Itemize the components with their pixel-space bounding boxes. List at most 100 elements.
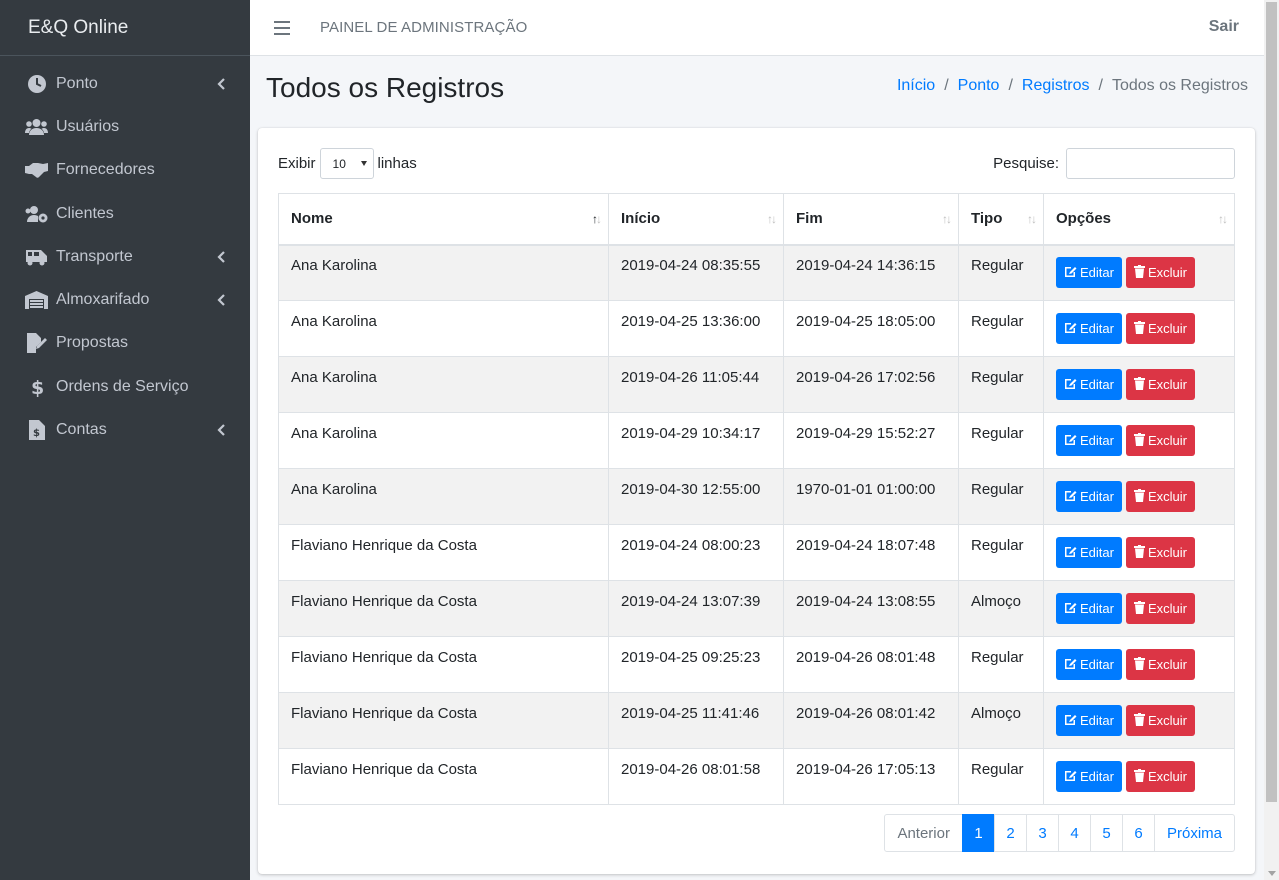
pagination-next[interactable]: Próxima xyxy=(1153,814,1235,852)
delete-button[interactable]: Excluir xyxy=(1125,761,1195,792)
delete-button-label: Excluir xyxy=(1147,433,1187,448)
delete-button-label: Excluir xyxy=(1147,657,1187,672)
breadcrumb-registros[interactable]: Registros xyxy=(1022,77,1090,95)
edit-button-label: Editar xyxy=(1080,321,1114,336)
edit-button[interactable]: Editar xyxy=(1056,481,1122,512)
column-header-label: Opções xyxy=(1056,210,1112,228)
sidebar-item-label: Transporte xyxy=(56,247,133,265)
scroll-down-arrow-icon[interactable] xyxy=(1268,871,1276,876)
pagination-page-4[interactable]: 4 xyxy=(1057,814,1091,852)
delete-button[interactable]: Excluir xyxy=(1125,705,1195,736)
edit-button[interactable]: Editar xyxy=(1056,593,1122,624)
sidebar-item-label: Almoxarifado xyxy=(56,291,150,309)
edit-button[interactable]: Editar xyxy=(1056,537,1122,568)
logout-link[interactable]: Sair xyxy=(1209,18,1239,36)
edit-icon xyxy=(1064,657,1077,672)
pagination-page-3[interactable]: 3 xyxy=(1025,814,1059,852)
pagination-previous[interactable]: Anterior xyxy=(884,814,963,852)
menu-toggle-icon[interactable] xyxy=(274,20,290,35)
column-header-nome[interactable]: Nome ↑↓ xyxy=(278,193,609,246)
column-header-opcoes[interactable]: Opções ↑↓ xyxy=(1043,193,1235,246)
delete-button[interactable]: Excluir xyxy=(1125,593,1195,624)
dollar-sign-icon: $ xyxy=(25,377,48,397)
cell-opcoes: Editar Excluir xyxy=(1043,468,1235,525)
cell-tipo: Regular xyxy=(958,748,1044,805)
brand-text[interactable]: E&Q Online xyxy=(28,17,128,39)
breadcrumb-home[interactable]: Início xyxy=(897,77,935,95)
sidebar-item-fornecedores[interactable]: Fornecedores xyxy=(0,149,250,192)
pagination-page-5[interactable]: 5 xyxy=(1089,814,1123,852)
breadcrumb-separator: / xyxy=(1008,77,1013,94)
trash-icon xyxy=(1133,768,1145,785)
cell-inicio: 2019-04-25 13:36:00 xyxy=(608,300,784,357)
cell-opcoes: Editar Excluir xyxy=(1043,356,1235,413)
page-length-select[interactable]: 10 xyxy=(319,148,374,179)
search-input[interactable] xyxy=(1066,148,1235,179)
edit-button[interactable]: Editar xyxy=(1056,313,1122,344)
sidebar-item-almoxarifado[interactable]: Almoxarifado xyxy=(0,278,250,321)
sidebar-item-clientes[interactable]: Clientes xyxy=(0,192,250,235)
column-header-tipo[interactable]: Tipo ↑↓ xyxy=(958,193,1044,246)
trash-icon xyxy=(1133,432,1145,449)
cell-opcoes: Editar Excluir xyxy=(1043,524,1235,581)
cell-fim: 2019-04-24 13:08:55 xyxy=(783,580,959,637)
cell-opcoes: Editar Excluir xyxy=(1043,692,1235,749)
pagination-page-1[interactable]: 1 xyxy=(961,814,995,852)
table-row: Flaviano Henrique da Costa 2019-04-24 13:… xyxy=(278,580,1235,637)
header-title[interactable]: PAINEL DE ADMINISTRAÇÃO xyxy=(320,19,527,36)
delete-button[interactable]: Excluir xyxy=(1125,425,1195,456)
breadcrumb-ponto[interactable]: Ponto xyxy=(958,77,1000,95)
sidebar-nav: Ponto Usuários Fornecedores Clientes Tra… xyxy=(0,56,250,452)
edit-icon xyxy=(1064,601,1077,616)
edit-button[interactable]: Editar xyxy=(1056,761,1122,792)
scrollbar[interactable] xyxy=(1264,0,1279,880)
sidebar-item-usuarios[interactable]: Usuários xyxy=(0,105,250,148)
column-header-fim[interactable]: Fim ↑↓ xyxy=(783,193,959,246)
column-header-label: Início xyxy=(621,210,661,228)
page-title: Todos os Registros xyxy=(266,72,505,103)
chevron-left-icon xyxy=(216,423,226,437)
edit-button-label: Editar xyxy=(1080,265,1114,281)
delete-button-label: Excluir xyxy=(1147,377,1187,392)
sidebar-item-contas[interactable]: $ Contas xyxy=(0,408,250,451)
cell-fim: 2019-04-26 17:05:13 xyxy=(783,748,959,805)
sidebar-item-ponto[interactable]: Ponto xyxy=(0,62,250,105)
delete-button-label: Excluir xyxy=(1147,545,1187,560)
delete-button[interactable]: Excluir xyxy=(1125,313,1195,344)
column-header-inicio[interactable]: Início ↑↓ xyxy=(608,193,784,246)
cell-fim: 2019-04-26 17:02:56 xyxy=(783,356,959,413)
column-header-label: Tipo xyxy=(971,210,1003,228)
delete-button[interactable]: Excluir xyxy=(1125,481,1195,512)
cell-opcoes: Editar Excluir xyxy=(1043,300,1235,357)
breadcrumb-separator: / xyxy=(1098,77,1103,94)
cell-inicio: 2019-04-29 10:34:17 xyxy=(608,412,784,469)
sort-icon: ↑↓ xyxy=(1218,212,1228,226)
pagination-page-6[interactable]: 6 xyxy=(1121,814,1155,852)
cell-inicio: 2019-04-26 11:05:44 xyxy=(608,356,784,413)
delete-button[interactable]: Excluir xyxy=(1125,649,1195,680)
pagination-page-2[interactable]: 2 xyxy=(993,814,1027,852)
delete-button[interactable]: Excluir xyxy=(1125,369,1195,400)
cell-inicio: 2019-04-25 09:25:23 xyxy=(608,636,784,693)
delete-button-label: Excluir xyxy=(1147,769,1187,784)
sidebar-item-ordens-servico[interactable]: $ Ordens de Serviço xyxy=(0,365,250,408)
sidebar-item-propostas[interactable]: Propostas xyxy=(0,322,250,365)
cell-inicio: 2019-04-24 08:00:23 xyxy=(608,524,784,581)
trash-icon xyxy=(1133,376,1145,393)
select-arrow-icon xyxy=(360,161,367,166)
edit-button[interactable]: Editar xyxy=(1056,425,1122,456)
edit-icon xyxy=(1064,489,1077,504)
brand[interactable]: E&Q Online xyxy=(0,0,250,56)
edit-button[interactable]: Editar xyxy=(1056,705,1122,736)
svg-text:$: $ xyxy=(31,377,44,397)
edit-button[interactable]: Editar xyxy=(1056,649,1122,680)
cell-fim: 1970-01-01 01:00:00 xyxy=(783,468,959,525)
cell-inicio: 2019-04-30 12:55:00 xyxy=(608,468,784,525)
scrollbar-thumb[interactable] xyxy=(1266,2,1277,802)
delete-button[interactable]: Excluir xyxy=(1125,537,1195,568)
edit-button[interactable]: Editar xyxy=(1056,257,1122,289)
edit-button[interactable]: Editar xyxy=(1056,369,1122,400)
delete-button[interactable]: Excluir xyxy=(1125,257,1195,289)
cell-fim: 2019-04-29 15:52:27 xyxy=(783,412,959,469)
sidebar-item-transporte[interactable]: Transporte xyxy=(0,235,250,278)
